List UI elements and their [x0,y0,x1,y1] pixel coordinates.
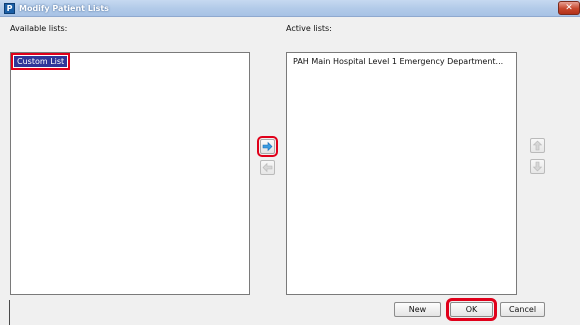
available-lists-label: Available lists: [10,24,68,33]
arrow-right-icon [262,141,273,152]
title-bar[interactable]: P Modify Patient Lists ✕ [0,0,580,17]
move-up-button[interactable] [530,138,545,153]
ok-button[interactable]: OK [446,298,497,321]
close-button[interactable]: ✕ [558,1,580,15]
app-logo-icon: P [4,3,15,14]
move-right-button[interactable] [257,136,278,157]
modify-patient-lists-dialog: P Modify Patient Lists ✕ Available lists… [0,0,580,325]
active-list-item-emergency-department[interactable]: PAH Main Hospital Level 1 Emergency Depa… [290,56,506,67]
arrow-up-icon [532,140,543,151]
dialog-title: Modify Patient Lists [19,4,109,13]
available-list-item-custom-list[interactable]: Custom List [11,53,71,70]
active-lists-listbox[interactable]: PAH Main Hospital Level 1 Emergency Depa… [286,52,517,295]
new-button[interactable]: New [394,302,441,317]
arrow-left-icon [262,162,273,173]
move-left-button[interactable] [260,160,275,175]
move-down-button[interactable] [530,159,545,174]
left-edge-divider [9,300,10,325]
arrow-down-icon [532,161,543,172]
available-lists-listbox[interactable]: Custom List [10,52,250,295]
cancel-button[interactable]: Cancel [500,302,545,317]
active-lists-label: Active lists: [286,24,332,33]
